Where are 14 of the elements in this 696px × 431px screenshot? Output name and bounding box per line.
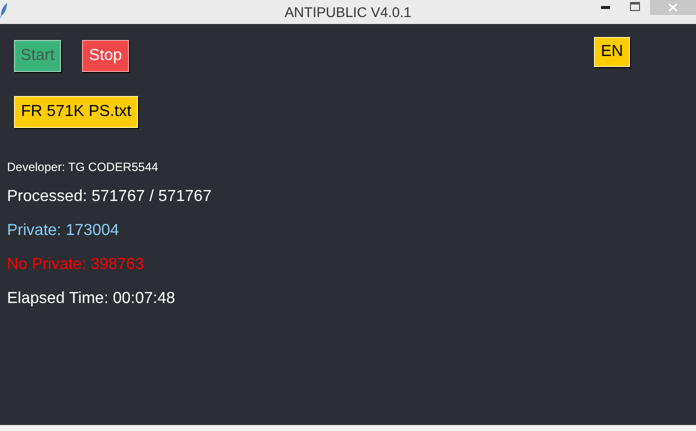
minimize-icon[interactable] xyxy=(601,6,610,9)
feather-icon xyxy=(0,3,8,19)
stop-button[interactable]: Stop xyxy=(82,40,129,72)
maximize-icon[interactable] xyxy=(630,2,640,11)
close-icon xyxy=(668,3,678,12)
file-button[interactable]: FR 571K PS.txt xyxy=(14,96,138,128)
close-button[interactable] xyxy=(650,0,696,15)
stat-label: Elapsed Time: 00:07:48 xyxy=(7,290,176,308)
stat-label: Private: 173004 xyxy=(7,222,120,240)
window-title: ANTIPUBLIC V4.0.1 xyxy=(284,2,412,22)
developer-label: Developer: TG CODER5544 xyxy=(7,159,158,176)
stat-label: No Private: 398763 xyxy=(7,256,145,274)
language-button[interactable]: EN xyxy=(594,37,630,67)
stat-label: Processed: 571767 / 571767 xyxy=(7,188,212,206)
